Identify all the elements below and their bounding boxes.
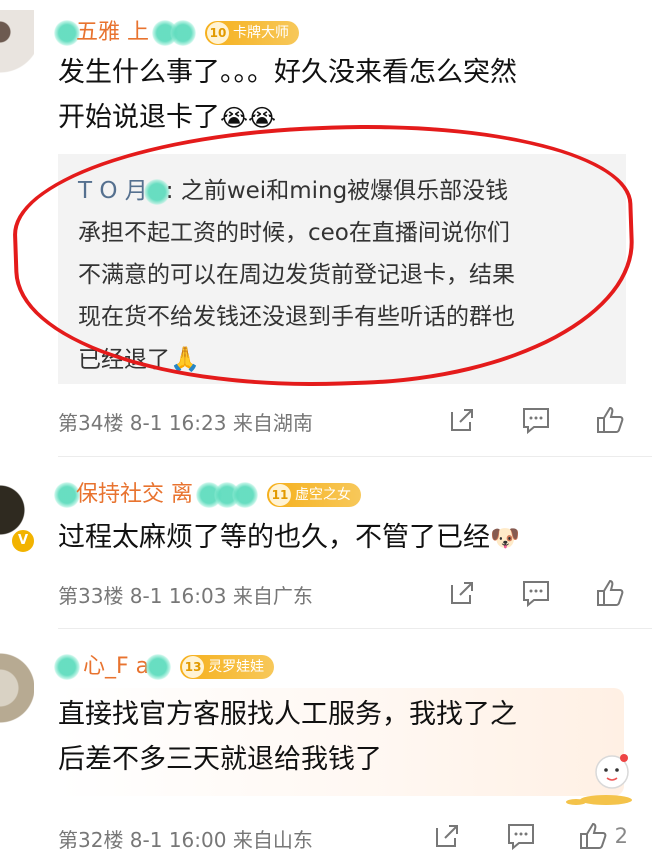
fan-badge[interactable]: 11 虚空之女 <box>267 483 361 507</box>
share-icon <box>451 582 473 604</box>
comment-text-line: 开始说退卡了 <box>58 102 220 133</box>
action-bar <box>406 402 628 438</box>
fan-badge[interactable]: 10 卡牌大师 <box>205 21 299 45</box>
like-button[interactable] <box>592 575 628 611</box>
comment-text-line: 后差不多三天就退给我钱了 <box>58 744 382 775</box>
comment-button[interactable] <box>518 575 554 611</box>
crying-emoji: 😭😭 <box>220 104 277 132</box>
comment-text-line: 过程太麻烦了等的也久，不管了已经 <box>58 522 490 553</box>
comment-text-line: 发生什么事了。。。好久没来看怎么突然 <box>58 57 517 88</box>
avatar[interactable] <box>0 650 34 726</box>
username-text: 保持社交 离 <box>76 482 200 507</box>
reply-text: T O 月 : 之前wei和ming被爆俱乐部没钱 承担不起工资的时候，ceo在直… <box>78 170 612 381</box>
share-icon <box>451 409 473 431</box>
blur-mark <box>145 654 172 680</box>
share-button[interactable] <box>429 818 465 854</box>
username-text: 心_F a <box>76 654 150 679</box>
fan-badge[interactable]: 13 灵罗娃娃 <box>180 655 275 679</box>
username-text: 五雅 上 <box>76 20 156 45</box>
like-button[interactable]: 2 <box>577 818 628 854</box>
like-icon <box>579 822 607 849</box>
like-count: 2 <box>614 824 628 848</box>
username[interactable]: 心_F a 13 灵罗娃娃 <box>54 648 275 680</box>
comment-icon <box>523 581 549 608</box>
comment-button[interactable] <box>518 402 554 438</box>
like-icon <box>597 579 624 606</box>
reply-line: 现在货不给发钱还没退到手有些听话的群也 <box>78 304 515 330</box>
blur-mark <box>232 482 258 508</box>
like-icon <box>597 406 624 433</box>
comment-button[interactable] <box>503 818 539 854</box>
comment-text-line: 直接找官方客服找人工服务，我找了之 <box>58 699 517 730</box>
action-bar <box>406 575 628 611</box>
action-bar: 2 <box>391 818 628 854</box>
verified-badge: V <box>10 528 36 554</box>
badge-level: 10 <box>207 22 229 44</box>
divider <box>58 628 652 629</box>
badge-label: 虚空之女 <box>295 487 351 503</box>
pray-emoji: 🙏 <box>170 345 200 373</box>
badge-label: 灵罗娃娃 <box>208 659 265 675</box>
blur-mark <box>170 20 196 46</box>
avatar[interactable] <box>0 10 34 80</box>
reply-line: : 之前wei和ming被爆俱乐部没钱 <box>165 178 509 204</box>
reply-line: 承担不起工资的时候，ceo在直播间说你们 <box>78 220 510 246</box>
reply-line: 不满意的可以在周边发货前登记退卡，结果 <box>78 262 515 288</box>
comment-icon <box>523 408 549 435</box>
share-icon <box>435 825 458 847</box>
dog-emoji: 🐶 <box>490 524 520 552</box>
comment-meta: 第34楼 8-1 16:23 来自湖南 <box>58 411 313 435</box>
comment-text: 过程太麻烦了等的也久，不管了已经🐶 <box>58 515 622 561</box>
comment-icon <box>507 824 534 851</box>
reply-preview[interactable]: T O 月 : 之前wei和ming被爆俱乐部没钱 承担不起工资的时候，ceo在直… <box>58 154 626 384</box>
reply-username[interactable]: T O 月 <box>78 178 148 204</box>
comment-meta: 第32楼 8-1 16:00 来自山东 <box>58 828 313 852</box>
divider <box>58 456 652 457</box>
badge-level: 11 <box>269 484 291 506</box>
share-button[interactable] <box>444 402 480 438</box>
username[interactable]: 保持社交 离 11 虚空之女 <box>54 476 361 508</box>
badge-level: 13 <box>182 656 205 678</box>
like-button[interactable] <box>592 402 628 438</box>
comment-text: 直接找官方客服找人工服务，我找了之 后差不多三天就退给我钱了 <box>58 692 622 782</box>
reply-line: 已经退了 <box>78 347 170 373</box>
badge-label: 卡牌大师 <box>233 25 289 41</box>
username[interactable]: 五雅 上 10 卡牌大师 <box>54 14 299 46</box>
bubble-decoration-icon <box>566 754 632 805</box>
comment-text: 发生什么事了。。。好久没来看怎么突然 开始说退卡了😭😭 <box>58 50 622 141</box>
share-button[interactable] <box>444 575 480 611</box>
comment-meta: 第33楼 8-1 16:03 来自广东 <box>58 584 313 608</box>
